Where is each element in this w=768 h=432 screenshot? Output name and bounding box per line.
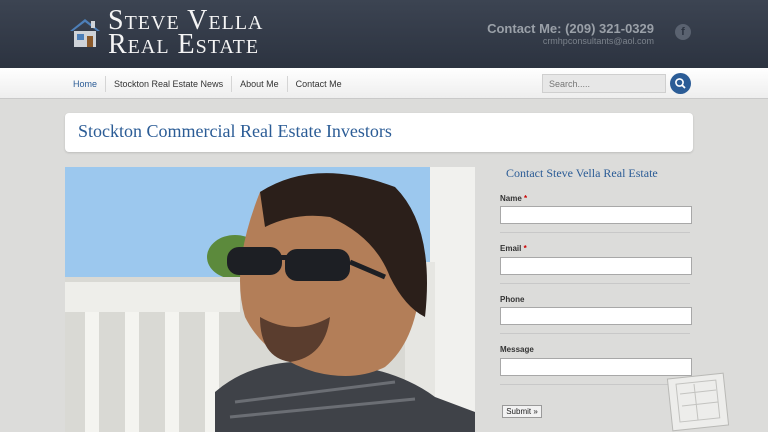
divider bbox=[500, 283, 690, 284]
name-label: Name * bbox=[500, 194, 527, 203]
search-button[interactable] bbox=[670, 73, 691, 94]
logo-wordmark: Steve Vella Real Estate bbox=[108, 7, 263, 60]
nav-item-about[interactable]: About Me bbox=[232, 75, 288, 92]
nav-item-contact[interactable]: Contact Me bbox=[288, 76, 350, 92]
agent-portrait-image bbox=[65, 167, 475, 432]
page-title: Stockton Commercial Real Estate Investor… bbox=[78, 121, 392, 141]
logo-line-2: Real Estate bbox=[108, 29, 260, 60]
blueprint-decoration-icon bbox=[666, 372, 730, 432]
site-logo[interactable]: Steve Vella Real Estate bbox=[68, 7, 263, 60]
facebook-icon[interactable]: f bbox=[675, 24, 691, 40]
message-label-text: Message bbox=[500, 345, 534, 354]
message-label: Message bbox=[500, 345, 534, 354]
search-input[interactable] bbox=[542, 74, 666, 93]
name-label-text: Name bbox=[500, 194, 522, 203]
phone-label-text: Phone bbox=[500, 295, 525, 304]
divider bbox=[500, 384, 690, 385]
agent-photo bbox=[65, 167, 475, 432]
email-field[interactable] bbox=[500, 257, 692, 275]
message-field[interactable] bbox=[500, 358, 692, 376]
email-label-text: Email bbox=[500, 244, 522, 253]
divider bbox=[500, 232, 690, 233]
phone-field[interactable] bbox=[500, 307, 692, 325]
main-nav: Home Stockton Real Estate News About Me … bbox=[0, 68, 768, 99]
contact-phone: Contact Me: (209) 321-0329 bbox=[487, 21, 654, 36]
email-label: Email * bbox=[500, 244, 527, 253]
name-field[interactable] bbox=[500, 206, 692, 224]
nav-item-home[interactable]: Home bbox=[65, 75, 107, 92]
submit-button[interactable]: Submit » bbox=[502, 405, 542, 418]
site-header: Steve Vella Real Estate Contact Me: (209… bbox=[0, 0, 768, 68]
house-logo-icon bbox=[70, 19, 100, 47]
contact-form-title: Contact Steve Vella Real Estate bbox=[506, 166, 658, 180]
phone-label: Phone bbox=[500, 295, 524, 304]
divider bbox=[500, 333, 690, 334]
page-title-box: Stockton Commercial Real Estate Investor… bbox=[65, 113, 693, 152]
search-icon bbox=[675, 78, 686, 89]
nav-item-news[interactable]: Stockton Real Estate News bbox=[106, 75, 233, 92]
required-marker: * bbox=[523, 244, 527, 253]
required-marker: * bbox=[524, 194, 528, 203]
nav-menu: Home Stockton Real Estate News About Me … bbox=[65, 68, 350, 99]
contact-email[interactable]: crmhpconsultants@aol.com bbox=[543, 36, 654, 46]
